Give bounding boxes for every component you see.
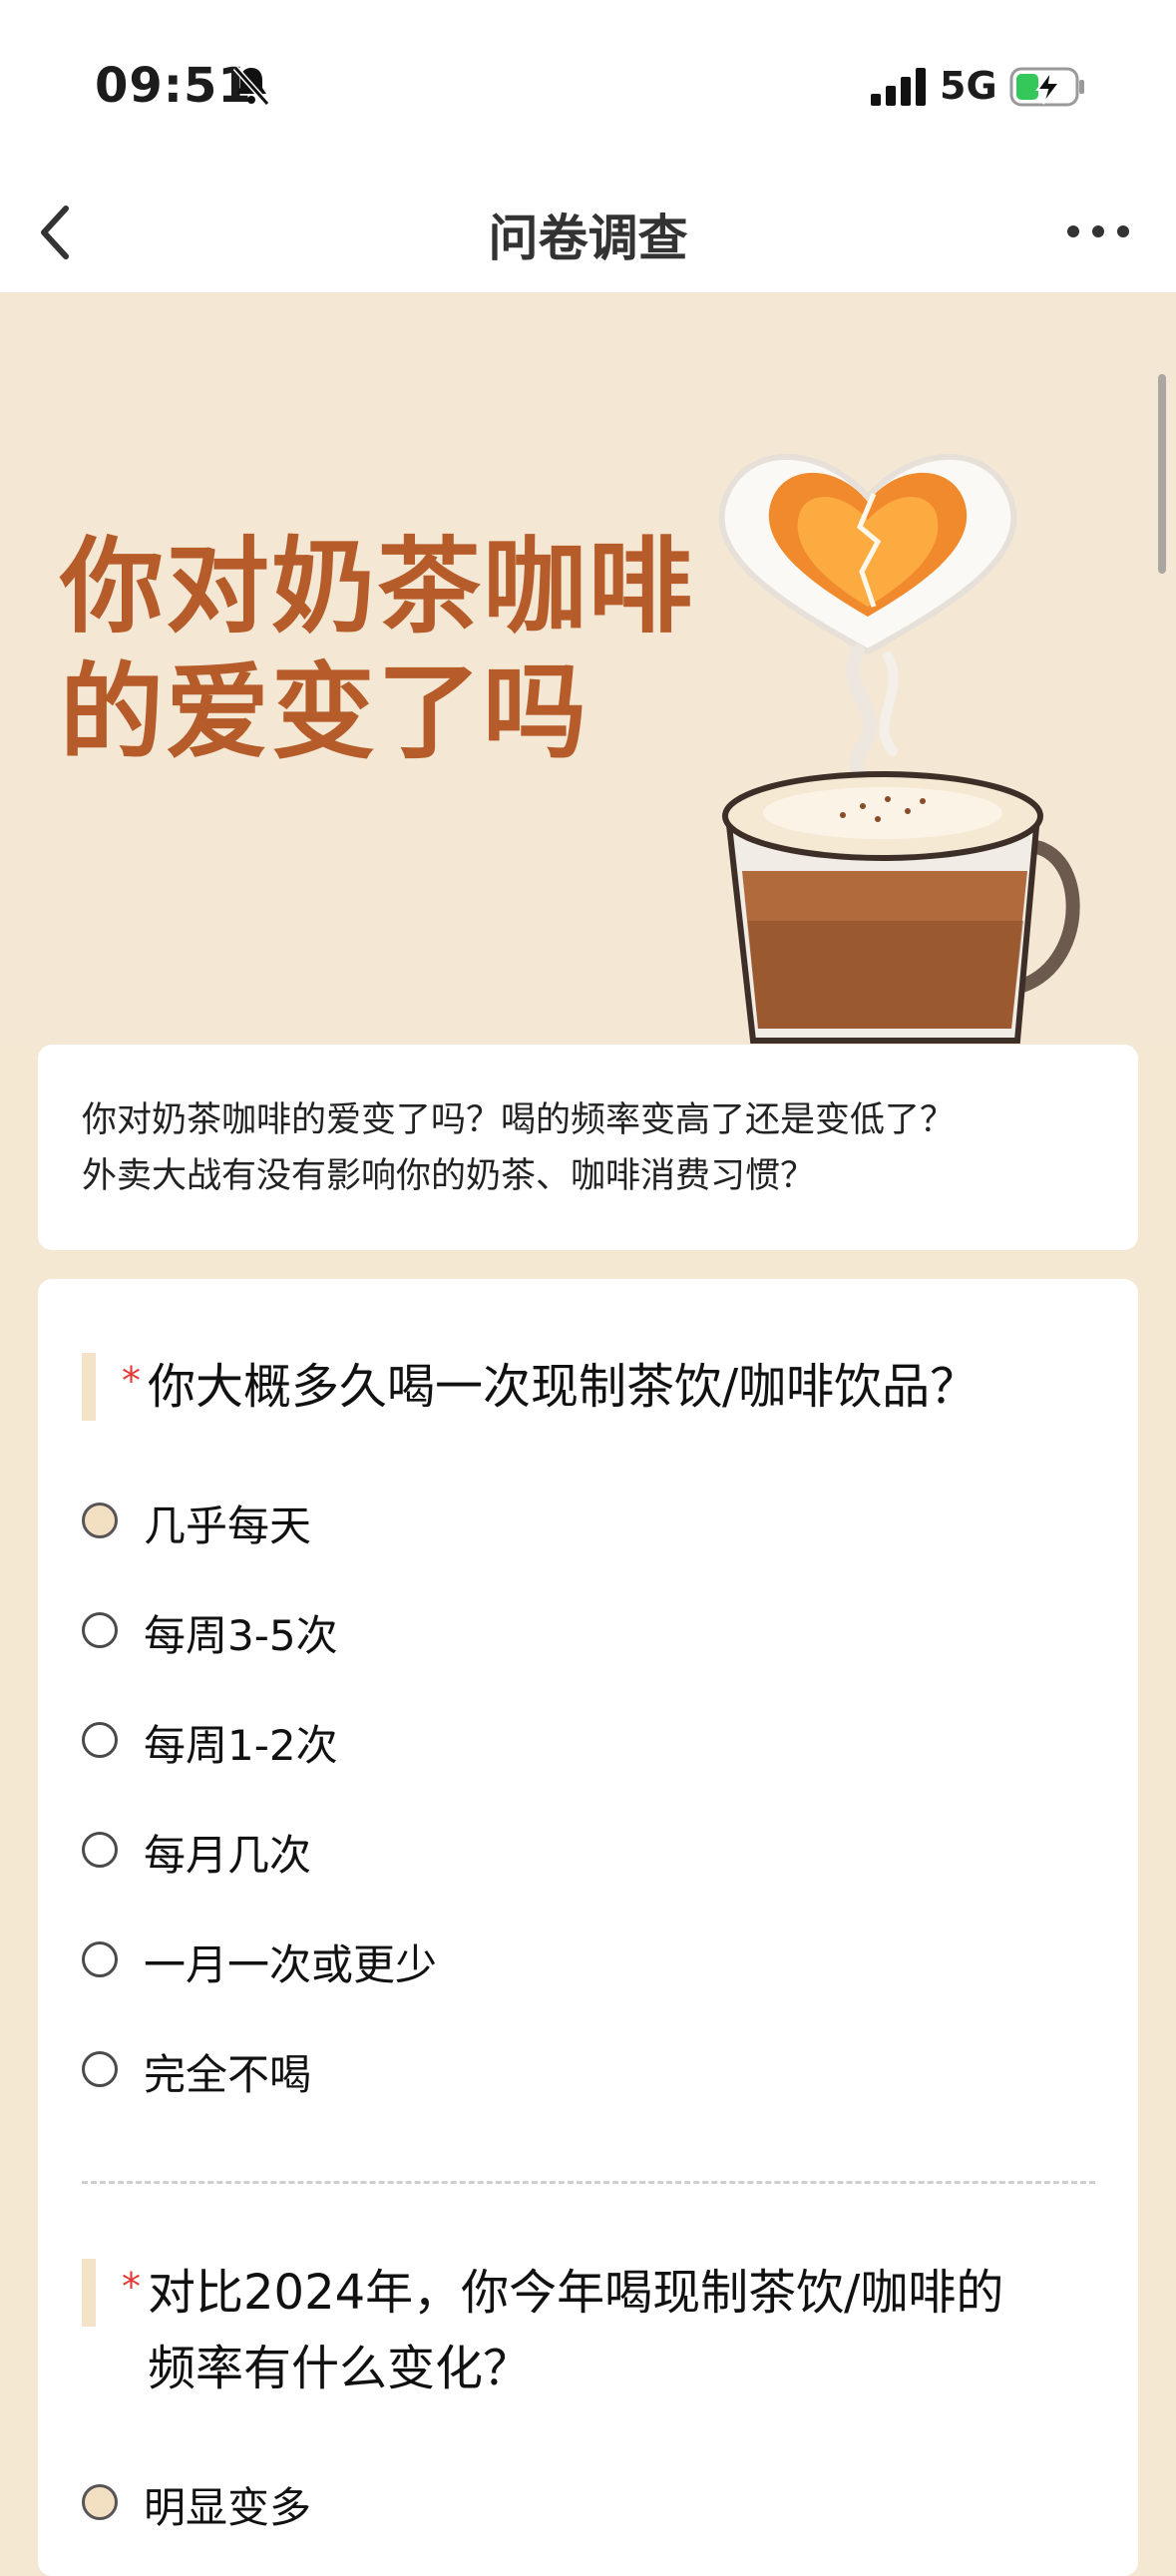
radio-button[interactable] — [82, 1722, 118, 1758]
question-accent-bar — [82, 2259, 96, 2327]
required-mark: * — [122, 1359, 141, 1403]
banner-title-line-1: 你对奶茶咖啡 — [60, 526, 695, 647]
status-time: 09:51 — [95, 58, 252, 114]
option-label: 每月几次 — [144, 1831, 312, 1880]
radio-button[interactable] — [82, 2051, 118, 2087]
question-1-text: 你大概多久喝一次现制茶饮/咖啡饮品？ — [148, 1359, 979, 1415]
question-card: * 你大概多久喝一次现制茶饮/咖啡饮品？ 几乎每天 每周3-5次 每周1-2次 … — [38, 1279, 1138, 2576]
option-label: 一月一次或更少 — [144, 1940, 438, 1989]
option-label: 每周3-5次 — [144, 1611, 338, 1660]
question-divider — [82, 2181, 1095, 2184]
banner-title-line-2: 的爱变了吗 — [60, 651, 589, 773]
question-2-text: 对比2024年，你今年喝现制茶饮/咖啡的 频率有什么变化？ — [148, 2255, 1003, 2406]
battery-charging-icon — [1009, 67, 1084, 107]
ellipsis-icon[interactable] — [1063, 216, 1133, 246]
option-label: 完全不喝 — [144, 2050, 312, 2099]
page-title: 问卷调查 — [488, 210, 688, 267]
banner-title: 你对奶茶咖啡 的爱变了吗 — [60, 524, 694, 775]
required-mark: * — [122, 2265, 141, 2309]
bell-slash-icon — [232, 66, 270, 106]
survey-intro-card: 你对奶茶咖啡的爱变了吗？喝的频率变高了还是变低了？ 外卖大战有没有影响你的奶茶、… — [38, 1045, 1138, 1250]
survey-intro-text: 你对奶茶咖啡的爱变了吗？喝的频率变高了还是变低了？ 外卖大战有没有影响你的奶茶、… — [82, 1092, 1099, 1204]
coffee-heart-illustration — [718, 454, 1080, 1044]
question-2-line-2: 频率有什么变化？ — [148, 2341, 532, 2396]
nav-bar: 问卷调查 — [0, 175, 1176, 292]
option-label: 明显变多 — [144, 2483, 312, 2532]
radio-button[interactable] — [82, 2484, 118, 2520]
status-bar: 09:51 5G — [0, 0, 1176, 175]
network-label: 5G — [940, 64, 997, 108]
radio-button[interactable] — [82, 1832, 118, 1868]
radio-button[interactable] — [82, 1941, 118, 1977]
scrollbar[interactable] — [1158, 374, 1166, 574]
radio-button[interactable] — [82, 1612, 118, 1648]
option-label: 每周1-2次 — [144, 1721, 338, 1770]
survey-banner: 你对奶茶咖啡 的爱变了吗 — [0, 292, 1176, 1051]
intro-line-1: 你对奶茶咖啡的爱变了吗？喝的频率变高了还是变低了？ — [82, 1100, 956, 1140]
signal-bars-icon — [871, 68, 926, 106]
intro-line-2: 外卖大战有没有影响你的奶茶、咖啡消费习惯？ — [82, 1156, 816, 1196]
option-label: 几乎每天 — [144, 1502, 312, 1550]
question-accent-bar — [82, 1353, 96, 1421]
radio-button[interactable] — [82, 1503, 118, 1538]
question-2-line-1: 对比2024年，你今年喝现制茶饮/咖啡的 — [148, 2265, 1004, 2321]
